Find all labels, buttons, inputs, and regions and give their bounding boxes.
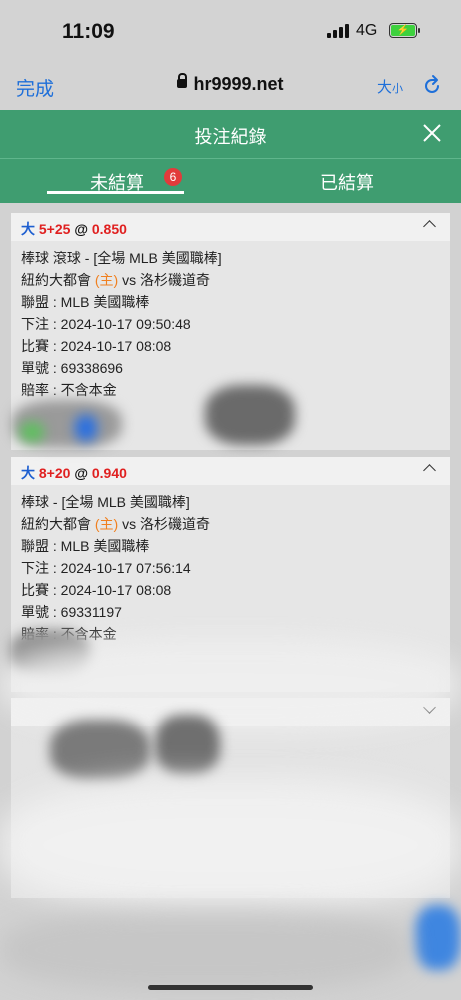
bet-at: @ <box>74 465 88 481</box>
status-time: 11:09 <box>62 20 115 43</box>
teams: 紐約大都會 (主) vs 洛杉磯道奇 <box>21 516 210 532</box>
league: 聯盟 : MLB 美國職棒 <box>21 538 150 554</box>
collapse-chevron-icon[interactable] <box>423 464 436 477</box>
bet-odds: 0.850 <box>91 221 127 237</box>
home-indicator <box>148 985 313 990</box>
browser-bar: 完成 hr9999.net 大小 <box>0 62 461 110</box>
status-bar: 11:09 4G ⚡ <box>0 0 461 62</box>
bet-odds: 0.940 <box>91 465 127 481</box>
page-title: 投注紀錄 <box>194 127 267 147</box>
active-tab-indicator <box>47 191 184 194</box>
page-header: 投注紀錄 <box>0 110 461 158</box>
ticket-number: 單號 : 69331197 <box>21 604 122 620</box>
battery-icon: ⚡ <box>389 23 420 38</box>
match-type: 棒球 滾球 - [全場 MLB 美國職棒] <box>21 250 222 266</box>
reload-icon[interactable] <box>422 74 442 96</box>
bet-side: 大 <box>21 221 35 237</box>
home-tag: (主) <box>94 272 119 288</box>
bet-time: 下注 : 2024-10-17 07:56:14 <box>21 560 191 576</box>
match-time: 比賽 : 2024-10-17 08:08 <box>21 338 172 354</box>
teams: 紐約大都會 (主) vs 洛杉磯道奇 <box>21 272 210 288</box>
lock-icon <box>177 72 188 88</box>
collapse-chevron-icon[interactable] <box>423 220 436 233</box>
bet-card-header[interactable]: 大 5+25 @ 0.850 <box>11 213 450 241</box>
tab-settled[interactable]: 已結算 <box>320 169 374 195</box>
league: 聯盟 : MLB 美國職棒 <box>21 294 150 310</box>
signal-icon <box>327 24 349 38</box>
bet-side: 大 <box>21 465 35 481</box>
bet-line: 8+20 <box>38 465 71 481</box>
home-tag: (主) <box>94 516 119 532</box>
ticket-number: 單號 : 69338696 <box>21 360 123 376</box>
network-label: 4G <box>356 22 378 39</box>
font-size-button[interactable]: 大小 <box>377 76 403 97</box>
tab-bar: 未結算 6 已結算 <box>0 158 461 203</box>
bet-time: 下注 : 2024-10-17 09:50:48 <box>21 316 191 332</box>
bet-card-header[interactable]: 大 8+20 @ 0.940 <box>11 457 450 485</box>
close-icon[interactable] <box>422 123 442 143</box>
match-type: 棒球 - [全場 MLB 美國職棒] <box>21 494 190 510</box>
bet-at: @ <box>74 221 88 237</box>
match-time: 比賽 : 2024-10-17 08:08 <box>21 582 172 598</box>
unsettled-count-badge: 6 <box>164 168 182 186</box>
bet-line: 5+25 <box>38 221 71 237</box>
url-text: hr9999.net <box>193 74 284 94</box>
